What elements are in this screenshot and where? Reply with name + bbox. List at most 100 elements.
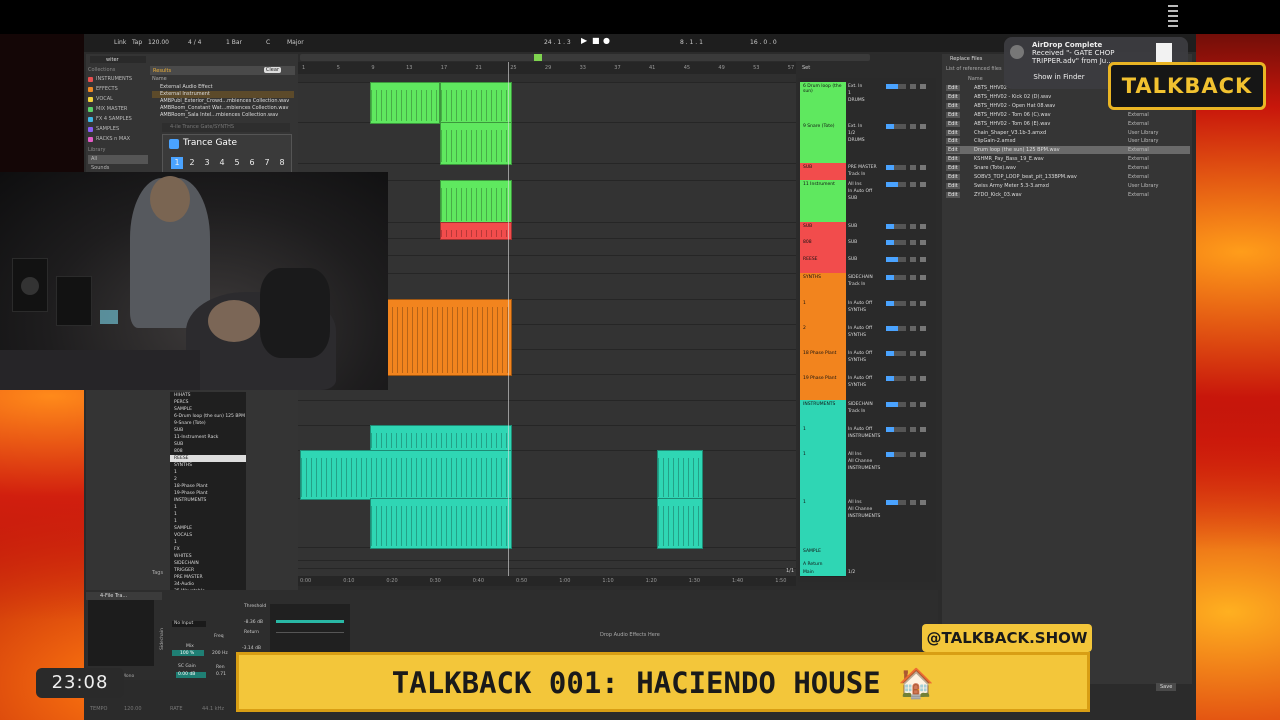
arm-icon[interactable]	[920, 224, 926, 229]
category-0[interactable]: INSTRUMENTS	[88, 75, 148, 85]
routing-option[interactable]: 1	[170, 518, 246, 525]
routing-option[interactable]: 1	[170, 504, 246, 511]
track-header[interactable]: SAMPLE	[800, 547, 846, 561]
track-header[interactable]: 808	[800, 238, 846, 256]
overview-scrollbar[interactable]	[300, 54, 870, 61]
solo-icon[interactable]	[910, 376, 916, 381]
result-item[interactable]: AMBRoom_Sala Intel...mbiences Collection…	[152, 112, 294, 119]
freq-value[interactable]: 200 Hz	[212, 651, 228, 656]
arm-icon[interactable]	[920, 84, 926, 89]
show-in-finder-button[interactable]: Show in Finder	[1026, 73, 1092, 81]
routing-option[interactable]: SIDECHAIN	[170, 560, 246, 567]
category-2[interactable]: VOCAL	[88, 95, 148, 105]
bar-ruler[interactable]: 1 5 9 13 17 21 25 29 33 37 41 45 49 53 57	[298, 62, 796, 74]
tempo-field[interactable]: 120.00	[148, 39, 169, 46]
io-field[interactable]: Track In	[848, 171, 884, 178]
io-field[interactable]: SIDECHAIN	[848, 274, 884, 281]
play-icon[interactable]: ▶	[581, 36, 587, 45]
edit-button[interactable]: Edit	[946, 85, 960, 91]
io-field[interactable]: In Auto Off	[848, 426, 884, 433]
set-button[interactable]: Set	[802, 65, 810, 71]
track-header[interactable]: REESE	[800, 255, 846, 274]
audio-clip[interactable]	[657, 450, 703, 500]
routing-option[interactable]: TRIGGER	[170, 567, 246, 574]
audio-clip[interactable]	[440, 82, 512, 124]
file-row[interactable]: Edit Chain_Shaper_V3.1b-3.amxd User Librar…	[946, 129, 1190, 137]
arm-icon[interactable]	[920, 326, 926, 331]
routing-option[interactable]: 1	[170, 539, 246, 546]
gate-step-2[interactable]: 2	[186, 157, 198, 169]
io-field[interactable]: In Auto Off	[848, 350, 884, 357]
io-field[interactable]: All Channe	[848, 458, 884, 465]
track-header[interactable]: 11 Instrument	[800, 180, 846, 223]
volume-fader[interactable]	[886, 84, 906, 89]
audio-clip[interactable]	[300, 450, 512, 500]
arm-icon[interactable]	[920, 124, 926, 129]
audio-clip[interactable]	[386, 299, 512, 376]
volume-fader[interactable]	[886, 402, 906, 407]
routing-option[interactable]: HIHATS	[170, 392, 246, 399]
routing-option[interactable]: 1	[170, 511, 246, 518]
io-field[interactable]: Ext. In	[848, 83, 884, 90]
category-4[interactable]: FX 4 SAMPLES	[88, 115, 148, 125]
category-6[interactable]: RACKS n MAX	[88, 135, 148, 145]
trance-gate-popup[interactable]: Trance Gate 12345678	[162, 134, 292, 174]
edit-button[interactable]: Edit	[946, 147, 960, 154]
routing-option[interactable]: SUB	[170, 441, 246, 448]
solo-icon[interactable]	[910, 240, 916, 245]
audio-clip[interactable]	[370, 498, 512, 549]
volume-fader[interactable]	[886, 124, 906, 129]
io-field[interactable]: All Ins	[848, 499, 884, 506]
io-field[interactable]: Track In	[848, 408, 884, 415]
io-field[interactable]: In Auto Off	[848, 188, 884, 195]
result-item[interactable]: External Instrument	[152, 91, 294, 98]
arm-icon[interactable]	[920, 427, 926, 432]
playhead[interactable]	[508, 62, 509, 582]
edit-button[interactable]: Edit	[946, 165, 960, 172]
track-header[interactable]: SUB	[800, 163, 846, 181]
routing-option[interactable]: SUB	[170, 427, 246, 434]
solo-icon[interactable]	[910, 452, 916, 457]
result-item[interactable]: External Audio Effect	[152, 84, 294, 91]
solo-icon[interactable]	[910, 84, 916, 89]
solo-icon[interactable]	[910, 224, 916, 229]
arm-icon[interactable]	[920, 240, 926, 245]
loop-start[interactable]: 8 . 1 . 1	[680, 39, 703, 46]
file-row[interactable]: Edit SOBV3_TOP_LOOP_beat_pit_133BPM.wav Ex…	[946, 173, 1190, 181]
io-field[interactable]: SUB	[848, 239, 884, 246]
audio-clip[interactable]	[440, 222, 512, 240]
routing-option[interactable]: WHITES	[170, 553, 246, 560]
io-field[interactable]: SIDECHAIN	[848, 401, 884, 408]
edit-button[interactable]: Edit	[946, 102, 960, 109]
track-header[interactable]: INSTRUMENTS	[800, 400, 846, 426]
track-header[interactable]: 1	[800, 498, 846, 548]
io-field[interactable]: All Ins	[848, 451, 884, 458]
input-select[interactable]: No Input	[172, 621, 206, 627]
io-field[interactable]: PRE MASTER	[848, 164, 884, 171]
io-field[interactable]: SUB	[848, 256, 884, 263]
track-header[interactable]: 9 Snare (Tote)	[800, 122, 846, 164]
solo-icon[interactable]	[910, 275, 916, 280]
routing-option[interactable]: PERCS	[170, 399, 246, 406]
record-icon[interactable]: ●	[603, 36, 610, 45]
volume-fader[interactable]	[886, 376, 906, 381]
volume-fader[interactable]	[886, 165, 906, 170]
solo-icon[interactable]	[910, 427, 916, 432]
io-field[interactable]: Track In	[848, 281, 884, 288]
track-header[interactable]: 1	[800, 425, 846, 451]
io-field[interactable]: SYNTHS	[848, 382, 884, 389]
gate-step-3[interactable]: 3	[201, 157, 213, 169]
io-field[interactable]: In Auto Off	[848, 375, 884, 382]
track-header[interactable]: SYNTHS	[800, 273, 846, 300]
file-row[interactable]: Edit ClipGain-2.amxd User Library	[946, 137, 1190, 145]
io-field[interactable]: SYNTHS	[848, 332, 884, 339]
gate-step-7[interactable]: 7	[261, 157, 273, 169]
routing-option[interactable]: 18-Phase Plant	[170, 483, 246, 490]
io-field[interactable]: INSTRUMENTS	[848, 433, 884, 440]
audio-clip[interactable]	[370, 425, 512, 451]
volume-fader[interactable]	[886, 301, 906, 306]
io-field[interactable]: INSTRUMENTS	[848, 465, 884, 472]
edit-button[interactable]: Edit	[946, 120, 960, 127]
gate-step-8[interactable]: 8	[276, 157, 288, 169]
solo-icon[interactable]	[910, 124, 916, 129]
